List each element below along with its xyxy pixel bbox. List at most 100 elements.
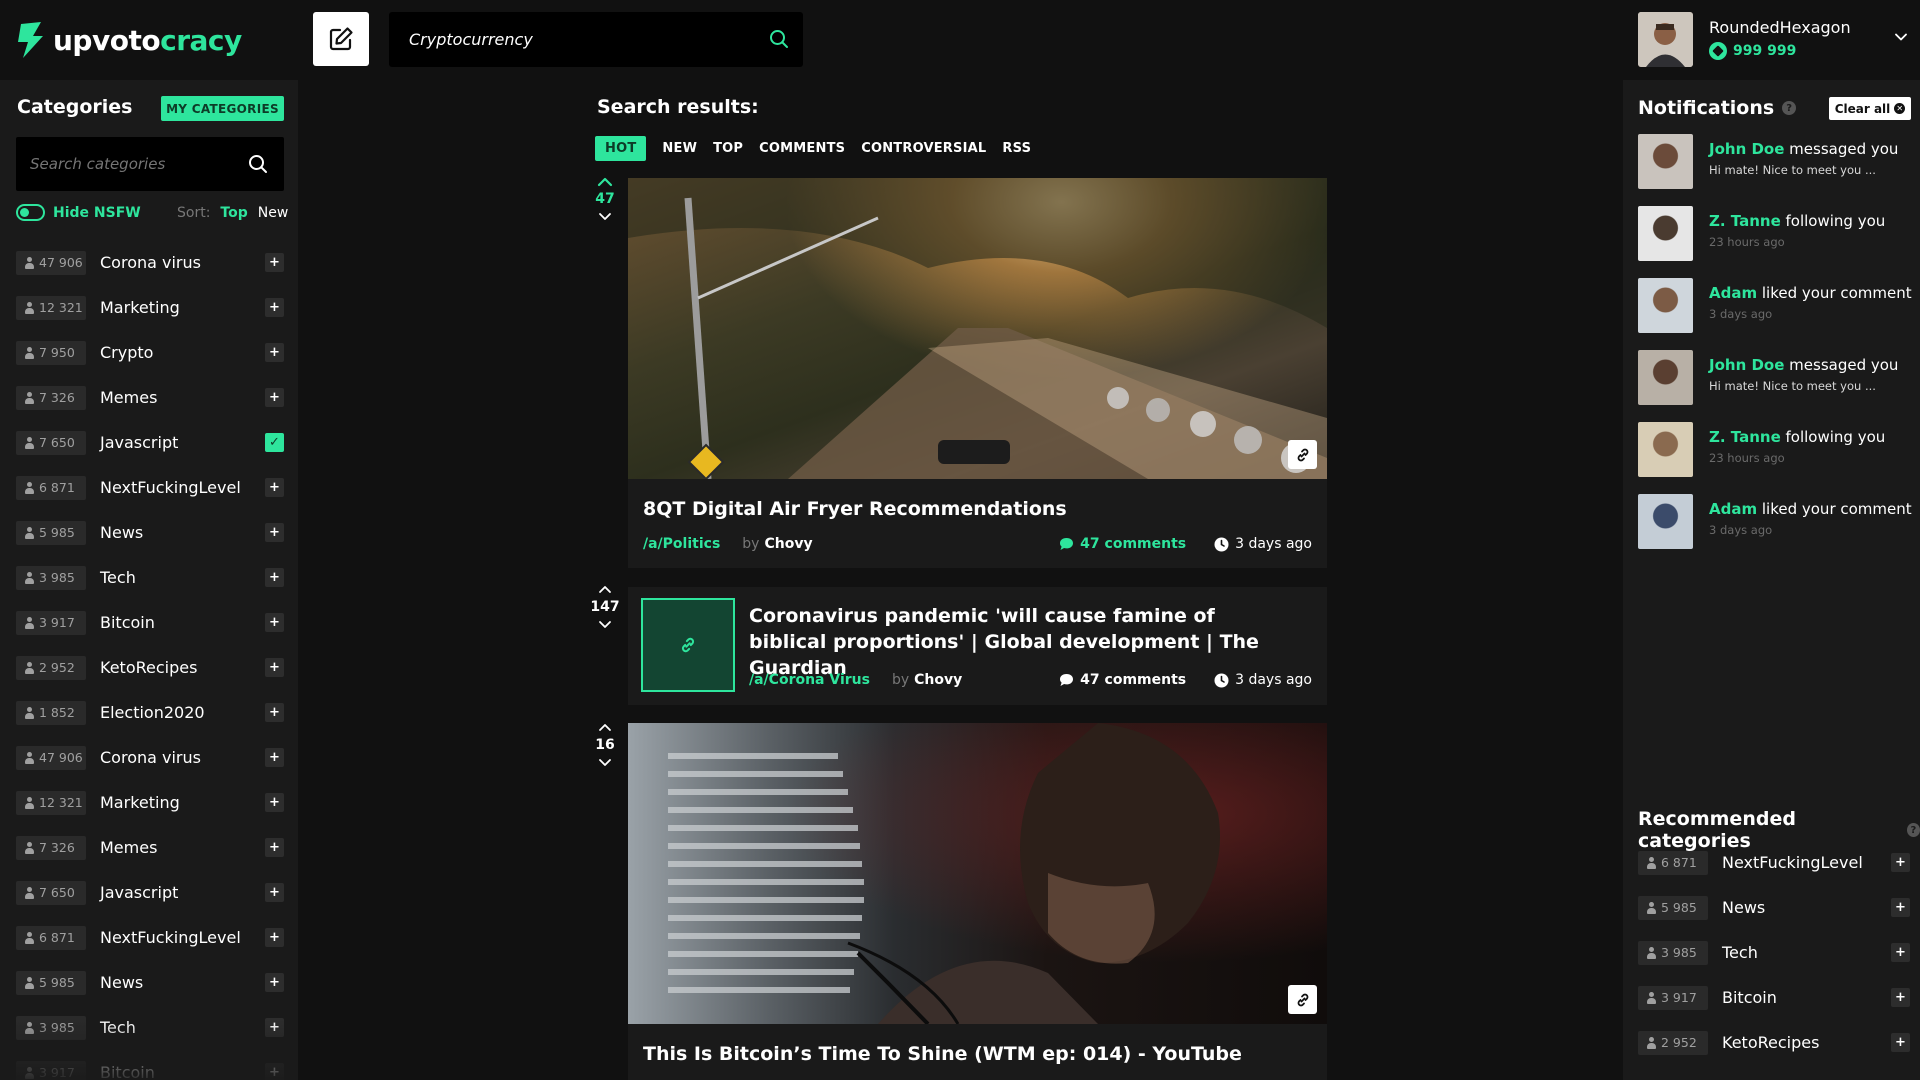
post-subcategory[interactable]: /a/Politics	[643, 536, 720, 552]
avatar[interactable]	[1638, 206, 1693, 261]
search-icon[interactable]	[769, 29, 789, 49]
post-author[interactable]: Chovy	[764, 536, 812, 552]
upvote-icon[interactable]	[597, 176, 613, 188]
category-item[interactable]: 5 985 News +	[16, 960, 284, 1005]
post-subcategory[interactable]: /a/Corona Virus	[749, 672, 870, 688]
clear-all-button[interactable]: Clear all ✕	[1829, 97, 1911, 120]
notification-item[interactable]: John Doe messaged you Hi mate! Nice to me…	[1638, 350, 1913, 422]
category-item[interactable]: 7 650 Javascript +	[16, 870, 284, 915]
plus-icon[interactable]: +	[265, 1063, 284, 1080]
plus-icon[interactable]: +	[265, 478, 284, 497]
category-item[interactable]: 6 871 NextFuckingLevel +	[16, 465, 284, 510]
plus-icon[interactable]: +	[265, 1018, 284, 1037]
category-item[interactable]: 6 871 NextFuckingLevel +	[16, 915, 284, 960]
plus-icon[interactable]: +	[265, 883, 284, 902]
plus-icon[interactable]: +	[265, 298, 284, 317]
category-item[interactable]: 6 871 NextFuckingLevel +	[1638, 840, 1910, 885]
post-author[interactable]: Chovy	[914, 672, 962, 688]
post-title[interactable]: Coronavirus pandemic 'will cause famine …	[749, 603, 1269, 681]
post-title[interactable]: This Is Bitcoin’s Time To Shine (WTM ep:…	[643, 1043, 1242, 1065]
post-image[interactable]	[628, 178, 1327, 479]
category-item[interactable]: 3 917 Bitcoin +	[16, 1050, 284, 1080]
tab-top[interactable]: TOP	[713, 141, 743, 156]
category-item[interactable]: 12 321 Marketing +	[16, 285, 284, 330]
downvote-icon[interactable]	[597, 210, 613, 222]
link-thumbnail[interactable]	[641, 598, 735, 692]
plus-icon[interactable]: +	[265, 928, 284, 947]
plus-icon[interactable]: +	[265, 523, 284, 542]
category-item[interactable]: 1 852 Election2020 +	[16, 690, 284, 735]
tab-rss[interactable]: RSS	[1002, 141, 1031, 156]
notification-item[interactable]: John Doe messaged you Hi mate! Nice to me…	[1638, 134, 1913, 206]
my-categories-button[interactable]: MY CATEGORIES	[161, 96, 284, 121]
upvote-icon[interactable]	[597, 722, 613, 734]
search-icon[interactable]	[248, 154, 268, 174]
plus-icon[interactable]: +	[1891, 988, 1910, 1007]
post-title[interactable]: 8QT Digital Air Fryer Recommendations	[643, 498, 1067, 520]
plus-icon[interactable]: +	[265, 973, 284, 992]
category-item[interactable]: 5 985 News +	[1638, 885, 1910, 930]
category-item[interactable]: 47 906 Corona virus +	[16, 240, 284, 285]
notification-user[interactable]: John Doe	[1709, 140, 1784, 158]
toggle-switch[interactable]	[16, 204, 45, 221]
tab-new[interactable]: NEW	[662, 141, 697, 156]
user-menu[interactable]: RoundedHexagon 999 999	[1638, 12, 1908, 68]
plus-icon[interactable]: +	[265, 793, 284, 812]
downvote-icon[interactable]	[597, 756, 613, 768]
notification-user[interactable]: Adam	[1709, 284, 1757, 302]
category-search-input[interactable]	[30, 137, 240, 191]
tab-hot[interactable]: HOT	[595, 136, 647, 161]
category-item[interactable]: 12 321 Marketing +	[16, 780, 284, 825]
plus-icon[interactable]: +	[1891, 898, 1910, 917]
category-item[interactable]: 3 917 Bitcoin +	[1638, 975, 1910, 1020]
avatar[interactable]	[1638, 422, 1693, 477]
category-item[interactable]: 7 326 Memes +	[16, 375, 284, 420]
info-icon[interactable]: ?	[1906, 823, 1920, 837]
comments-link[interactable]: 47 comments	[1059, 672, 1186, 688]
downvote-icon[interactable]	[597, 618, 613, 630]
notification-user[interactable]: Z. Tanne	[1709, 212, 1781, 230]
category-item[interactable]: 3 985 Tech +	[1638, 930, 1910, 975]
post-image[interactable]	[628, 723, 1327, 1024]
notification-item[interactable]: Adam liked your comment 3 days ago	[1638, 494, 1913, 566]
category-item[interactable]: 7 326 Memes +	[16, 825, 284, 870]
plus-icon[interactable]: +	[265, 253, 284, 272]
notification-user[interactable]: Z. Tanne	[1709, 428, 1781, 446]
tab-comments[interactable]: COMMENTS	[759, 141, 845, 156]
notification-user[interactable]: John Doe	[1709, 356, 1784, 374]
logo[interactable]: upvotocracy	[15, 20, 242, 60]
avatar[interactable]	[1638, 350, 1693, 405]
info-icon[interactable]: ?	[1782, 101, 1797, 115]
plus-icon[interactable]: +	[265, 658, 284, 677]
plus-icon[interactable]: +	[265, 838, 284, 857]
checkmark-icon[interactable]: ✓	[265, 433, 284, 452]
notification-item[interactable]: Z. Tanne following you 23 hours ago	[1638, 206, 1913, 278]
category-item[interactable]: 2 952 KetoRecipes +	[1638, 1020, 1910, 1065]
global-search-input[interactable]	[409, 12, 749, 67]
plus-icon[interactable]: +	[1891, 853, 1910, 872]
plus-icon[interactable]: +	[1891, 1033, 1910, 1052]
notification-item[interactable]: Adam liked your comment 3 days ago	[1638, 278, 1913, 350]
tab-controversial[interactable]: CONTROVERSIAL	[861, 141, 986, 156]
plus-icon[interactable]: +	[265, 613, 284, 632]
category-item[interactable]: 7 950 Crypto +	[16, 330, 284, 375]
plus-icon[interactable]: +	[265, 703, 284, 722]
new-post-button[interactable]	[313, 12, 369, 66]
avatar[interactable]	[1638, 494, 1693, 549]
user-avatar[interactable]	[1638, 12, 1693, 67]
category-item[interactable]: 2 952 KetoRecipes +	[16, 645, 284, 690]
notification-item[interactable]: Z. Tanne following you 23 hours ago	[1638, 422, 1913, 494]
plus-icon[interactable]: +	[265, 748, 284, 767]
category-item[interactable]: 7 650 Javascript ✓	[16, 420, 284, 465]
category-item[interactable]: 3 985 Tech +	[16, 1005, 284, 1050]
hide-nsfw-toggle[interactable]: Hide NSFW	[16, 204, 141, 221]
plus-icon[interactable]: +	[265, 343, 284, 362]
avatar[interactable]	[1638, 278, 1693, 333]
chevron-down-icon[interactable]	[1894, 30, 1908, 44]
sort-top[interactable]: Top	[220, 205, 247, 221]
plus-icon[interactable]: +	[265, 388, 284, 407]
plus-icon[interactable]: +	[1891, 943, 1910, 962]
plus-icon[interactable]: +	[265, 568, 284, 587]
category-item[interactable]: 3 985 Tech +	[16, 555, 284, 600]
sort-new[interactable]: New	[258, 205, 289, 221]
